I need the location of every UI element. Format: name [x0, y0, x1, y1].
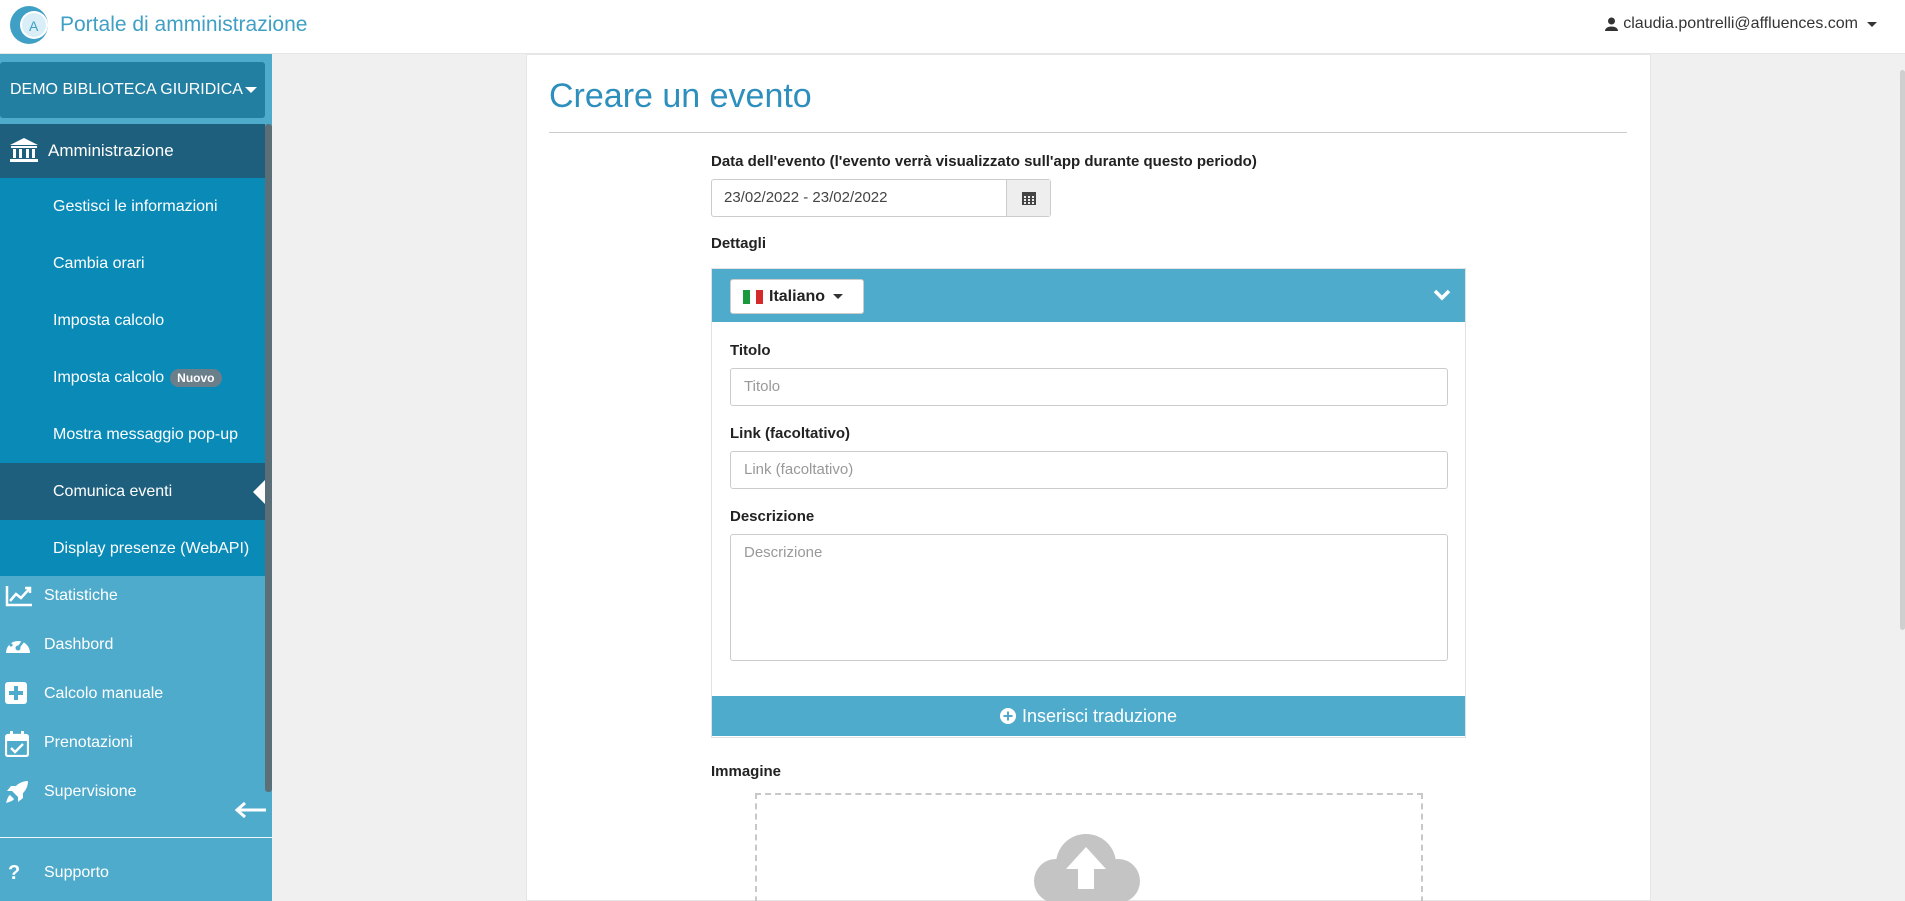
submenu-item-label: Imposta calcolo [53, 368, 165, 386]
sidebar-item-prenotazioni[interactable]: Prenotazioni [0, 719, 265, 767]
sidebar-item-label: Supervisione [44, 783, 137, 800]
question-icon: ? [8, 862, 20, 883]
plus-square-icon [5, 682, 27, 704]
link-label: Link (facoltativo) [730, 425, 851, 442]
submenu-item-label: Comunica eventi [53, 482, 173, 500]
sidebar-item-calcolo-manuale[interactable]: Calcolo manuale [0, 670, 265, 718]
submenu-item-mostra-messaggio[interactable]: Mostra messaggio pop-up [0, 406, 265, 463]
submenu-item-display-presenze[interactable]: Display presenze (WebAPI) [0, 520, 265, 577]
bank-icon [10, 138, 38, 162]
plus-circle-icon [999, 708, 1016, 724]
sidebar-item-supporto[interactable]: ? Supporto [0, 849, 265, 897]
caret-down-icon [833, 294, 844, 299]
user-menu[interactable]: claudia.pontrelli@affluences.com [1605, 15, 1877, 33]
sidebar-item-label: Supporto [44, 864, 109, 881]
language-label: Italiano [769, 287, 826, 305]
sidebar-item-dashbord[interactable]: Dashbord [0, 621, 265, 669]
cloud-upload-icon [1034, 834, 1140, 901]
add-translation-label: Inserisci traduzione [1021, 705, 1178, 726]
description-label: Descrizione [730, 508, 815, 525]
organization-select[interactable]: DEMO BIBLIOTECA GIURIDICA [0, 62, 265, 118]
caret-down-icon [1867, 21, 1877, 27]
link-input[interactable]: Link (facoltativo) [730, 451, 1448, 489]
details-label: Dettagli [711, 235, 767, 252]
sidebar-item-label: Statistiche [44, 587, 118, 604]
image-dropzone[interactable] [755, 793, 1423, 901]
date-range-field[interactable]: 23/02/2022 - 23/02/2022 [711, 179, 1051, 217]
main-panel: Creare un evento Data dell'evento (l'eve… [526, 54, 1651, 901]
calendar-icon [1021, 192, 1036, 205]
rocket-icon [6, 781, 28, 803]
app-logo-icon[interactable]: A [8, 4, 50, 46]
submenu-item-label: Display presenze (WebAPI) [53, 539, 250, 557]
details-header: Italiano [712, 269, 1465, 322]
submenu-item-label: Imposta calcolo [53, 311, 165, 329]
language-dropdown[interactable]: Italiano [730, 279, 864, 314]
submenu-item-cambia-orari[interactable]: Cambia orari [0, 235, 265, 292]
italy-flag-icon [743, 289, 764, 304]
sidebar-section-amministrazione[interactable]: Amministrazione [0, 124, 265, 178]
date-range-input[interactable]: 23/02/2022 - 23/02/2022 [712, 180, 1006, 216]
new-badge: Nuovo [170, 368, 222, 387]
user-icon [1605, 17, 1619, 31]
arrow-left-icon[interactable] [235, 802, 267, 818]
gauge-icon [6, 635, 30, 653]
submenu-item-comunica-eventi[interactable]: Comunica eventi [0, 463, 265, 520]
description-textarea[interactable]: Descrizione [730, 534, 1448, 661]
title-divider [549, 132, 1627, 133]
submenu-item-label: Cambia orari [53, 254, 145, 272]
submenu-item-label: Gestisci le informazioni [53, 197, 218, 215]
sidebar-item-label: Prenotazioni [44, 734, 133, 751]
calendar-button[interactable] [1006, 180, 1050, 216]
details-box: Italiano Titolo Titolo Link (facoltativo… [711, 268, 1466, 738]
top-bar: A Portale di amministrazione claudia.pon… [0, 0, 1905, 54]
image-label: Immagine [711, 763, 782, 780]
title-label: Titolo [730, 342, 771, 359]
submenu-item-imposta-calcolo-nuovo[interactable]: Imposta calcolo Nuovo [0, 349, 265, 406]
page-title: Creare un evento [549, 77, 812, 115]
svg-text:?: ? [8, 862, 20, 883]
submenu-item-label: Mostra messaggio pop-up [53, 425, 238, 443]
sidebar-item-label: Dashbord [44, 636, 114, 653]
submenu-item-imposta-calcolo[interactable]: Imposta calcolo [0, 292, 265, 349]
chart-line-icon [5, 586, 32, 607]
app-title[interactable]: Portale di amministrazione [60, 13, 307, 37]
date-label: Data dell'evento (l'evento verrà visuali… [711, 153, 1257, 170]
caret-down-icon [245, 87, 257, 93]
sidebar-item-label: Calcolo manuale [44, 685, 164, 702]
submenu-item-gestisci-informazioni[interactable]: Gestisci le informazioni [0, 178, 265, 235]
calendar-check-icon [5, 731, 29, 757]
user-email: claudia.pontrelli@affluences.com [1623, 15, 1858, 32]
sidebar-divider [0, 837, 272, 838]
sidebar-scrollbar[interactable] [265, 124, 272, 792]
title-input[interactable]: Titolo [730, 368, 1448, 406]
admin-submenu: Gestisci le informazioni Cambia orari Im… [0, 178, 265, 576]
svg-text:A: A [29, 18, 39, 34]
sidebar-item-statistiche[interactable]: Statistiche [0, 572, 265, 620]
sidebar-section-label: Amministrazione [48, 141, 174, 160]
organization-name: DEMO BIBLIOTECA GIURIDICA [10, 81, 243, 98]
sidebar-item-supervisione[interactable]: Supervisione [0, 768, 265, 816]
page-scrollbar[interactable] [1900, 70, 1905, 630]
sidebar: DEMO BIBLIOTECA GIURIDICA Amministrazion… [0, 54, 272, 901]
add-translation-button[interactable]: Inserisci traduzione [712, 696, 1465, 736]
chevron-down-icon[interactable] [1433, 289, 1451, 301]
